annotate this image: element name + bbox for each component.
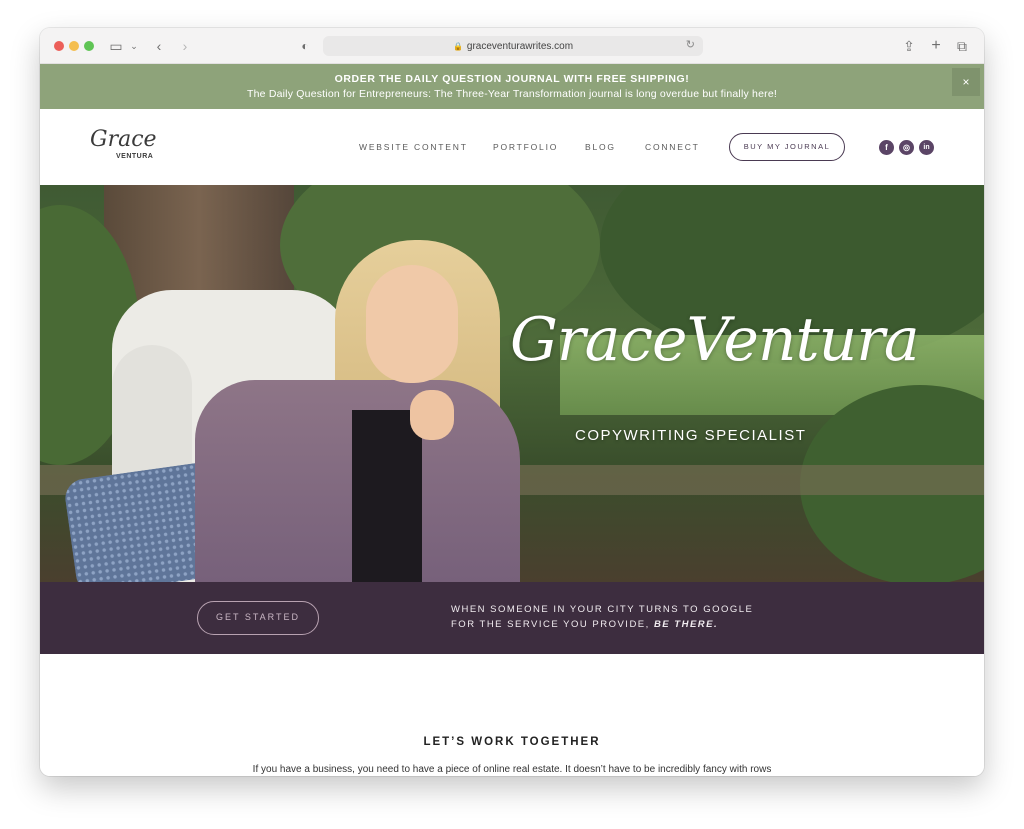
tagline-line-1: WHEN SOMEONE IN YOUR CITY TURNS TO GOOGL… <box>451 604 754 615</box>
browser-toolbar: ▭ ⌄ ‹ › ◐ 🔒 graceventurawrites.com ↻ ⇪ +… <box>40 28 984 64</box>
instagram-icon[interactable]: ◎ <box>899 140 914 155</box>
portrait-face <box>366 265 458 383</box>
section-heading: LET’S WORK TOGETHER <box>423 736 601 748</box>
close-icon[interactable]: × <box>952 68 980 96</box>
minimize-window-button[interactable] <box>69 41 79 51</box>
sidebar-icon[interactable]: ▭ <box>108 37 124 55</box>
chevron-down-icon[interactable]: ⌄ <box>129 37 139 55</box>
announcement-subtitle: The Daily Question for Entrepreneurs: Th… <box>247 88 777 100</box>
facebook-icon[interactable]: f <box>879 140 894 155</box>
linkedin-icon[interactable]: in <box>919 140 934 155</box>
tagline-line-2: FOR THE SERVICE YOU PROVIDE, BE THERE. <box>451 617 753 632</box>
browser-window: ▭ ⌄ ‹ › ◐ 🔒 graceventurawrites.com ↻ ⇪ +… <box>40 28 984 776</box>
nav-connect[interactable]: CONNECT <box>645 142 700 152</box>
band-tagline: WHEN SOMEONE IN YOUR CITY TURNS TO GOOGL… <box>451 602 753 632</box>
reload-icon[interactable]: ↻ <box>686 38 695 51</box>
url-text: graceventurawrites.com <box>466 40 574 52</box>
forward-icon[interactable]: › <box>178 37 192 55</box>
site-logo[interactable]: Grace VENTURA <box>90 125 160 169</box>
nav-portfolio[interactable]: PORTFOLIO <box>493 142 558 152</box>
nav-blog[interactable]: BLOG <box>585 142 616 152</box>
close-window-button[interactable] <box>54 41 64 51</box>
nav-website-content[interactable]: WEBSITE CONTENT <box>359 142 468 152</box>
work-together-section: LET’S WORK TOGETHER If you have a busine… <box>40 654 984 776</box>
new-tab-icon[interactable]: + <box>929 37 943 55</box>
armchair-wing <box>112 345 192 485</box>
logo-subtext: VENTURA <box>116 153 154 160</box>
announcement-bar: ORDER THE DAILY QUESTION JOURNAL WITH FR… <box>40 64 984 109</box>
buy-journal-button[interactable]: BUY MY JOURNAL <box>729 133 845 161</box>
section-body: If you have a business, you need to have… <box>252 764 772 775</box>
hero-section: GraceVentura COPYWRITING SPECIALIST <box>40 185 984 582</box>
address-bar[interactable]: 🔒 graceventurawrites.com ↻ <box>323 36 703 56</box>
tagline-line-2-text: FOR THE SERVICE YOU PROVIDE, <box>451 619 650 630</box>
hero-subtitle: COPYWRITING SPECIALIST <box>575 427 807 444</box>
announcement-title[interactable]: ORDER THE DAILY QUESTION JOURNAL WITH FR… <box>40 73 984 85</box>
portrait-shirt <box>352 410 422 582</box>
site-header: Grace VENTURA WEBSITE CONTENT PORTFOLIO … <box>40 109 984 185</box>
cta-band: GET STARTED WHEN SOMEONE IN YOUR CITY TU… <box>40 582 984 654</box>
share-icon[interactable]: ⇪ <box>902 37 916 55</box>
lock-icon: 🔒 <box>452 41 463 51</box>
tabs-overview-icon[interactable]: ⧉ <box>954 37 970 55</box>
portrait-hand <box>410 390 454 440</box>
hero-title: GraceVentura <box>510 305 920 375</box>
shield-icon[interactable]: ◐ <box>298 37 312 55</box>
maximize-window-button[interactable] <box>84 41 94 51</box>
get-started-button[interactable]: GET STARTED <box>197 601 319 635</box>
logo-script: Grace <box>90 127 157 152</box>
tagline-emphasis: BE THERE. <box>653 619 719 630</box>
back-icon[interactable]: ‹ <box>152 37 166 55</box>
